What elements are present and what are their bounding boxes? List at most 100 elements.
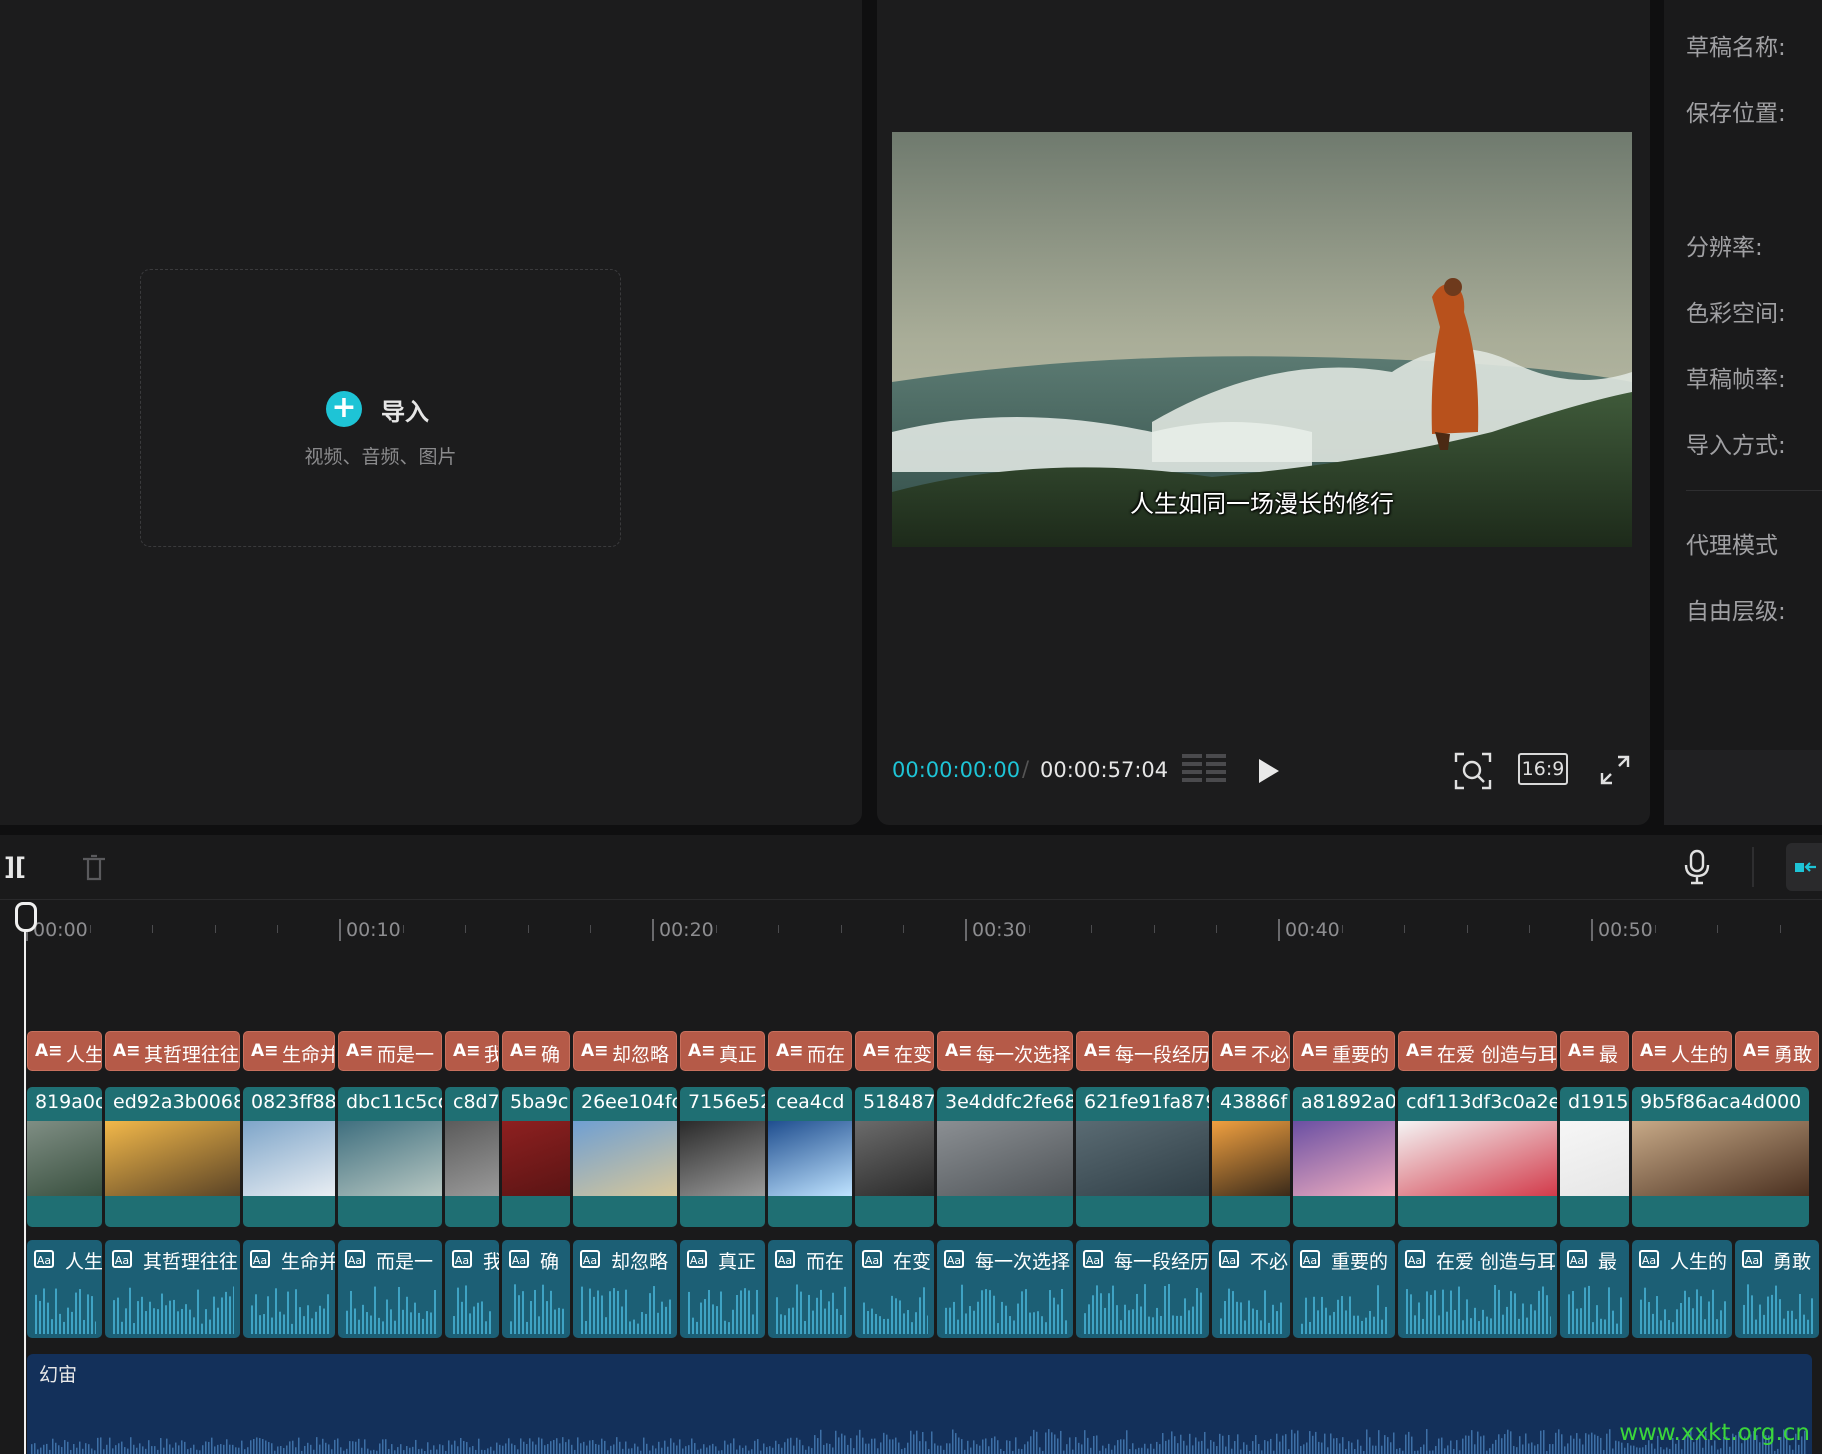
zoom-scan-icon[interactable]	[1454, 752, 1492, 794]
tts-audio-clip[interactable]: Aa 不必	[1212, 1240, 1290, 1338]
text-clip[interactable]: A≡ 真正	[680, 1031, 765, 1071]
import-dropzone[interactable]: + 导入 视频、音频、图片	[140, 269, 621, 547]
waveform-bar	[1759, 1304, 1761, 1334]
music-waveform-bar	[364, 1439, 366, 1454]
tts-audio-clip[interactable]: Aa 我	[445, 1240, 499, 1338]
video-clip[interactable]: a81892a0	[1293, 1087, 1395, 1227]
waveform-bar	[1108, 1293, 1110, 1334]
waveform-bar	[225, 1291, 227, 1334]
text-clip[interactable]: A≡ 最	[1560, 1031, 1629, 1071]
text-clip[interactable]: A≡ 其哲理往往	[105, 1031, 240, 1071]
video-clip[interactable]: ed92a3b0068	[105, 1087, 240, 1227]
text-clip[interactable]: A≡ 却忽略	[573, 1031, 677, 1071]
waveform-bar	[1049, 1290, 1051, 1334]
video-clip[interactable]: d19159	[1560, 1087, 1629, 1227]
aspect-ratio-button[interactable]: 16:9	[1518, 753, 1568, 785]
music-waveform-bar	[1354, 1449, 1356, 1454]
text-clip[interactable]: A≡ 确	[502, 1031, 570, 1071]
music-waveform-bar	[274, 1450, 276, 1454]
tts-audio-clip[interactable]: Aa 每一段经历	[1076, 1240, 1209, 1338]
waveform-bar	[724, 1320, 726, 1334]
delete-icon[interactable]	[80, 854, 108, 886]
text-clip[interactable]: A≡ 勇敢	[1735, 1031, 1819, 1071]
text-clip[interactable]: A≡ 而是一	[338, 1031, 442, 1071]
text-clip[interactable]: A≡ 人生	[27, 1031, 102, 1071]
tts-audio-clip[interactable]: Aa 真正	[680, 1240, 765, 1338]
text-clip[interactable]: A≡ 不必	[1212, 1031, 1290, 1071]
music-waveform-bar	[850, 1438, 852, 1454]
video-clip[interactable]: 3e4ddfc2fe68	[937, 1087, 1073, 1227]
music-waveform-bar	[1459, 1450, 1461, 1454]
plus-icon[interactable]: +	[326, 391, 362, 427]
video-clip-name: 43886f	[1220, 1091, 1288, 1113]
video-clip[interactable]: dbc11c5cc	[338, 1087, 442, 1227]
text-clip[interactable]: A≡ 生命并	[243, 1031, 335, 1071]
tts-audio-clip[interactable]: Aa 而在	[768, 1240, 852, 1338]
tts-audio-clip[interactable]: Aa 在爱 创造与耳	[1398, 1240, 1557, 1338]
video-clip[interactable]: 518487	[855, 1087, 934, 1227]
timeline-ruler[interactable]: 00:00 00:10 00:20 00:30 00:40 00:50	[0, 899, 1822, 941]
tts-audio-clip[interactable]: Aa 人生	[27, 1240, 102, 1338]
text-clip[interactable]: A≡ 在变	[855, 1031, 934, 1071]
video-clip-name: 0823ff88	[251, 1091, 335, 1113]
video-clip[interactable]: 7156e52	[680, 1087, 765, 1227]
waveform-bar	[422, 1318, 424, 1334]
text-clip[interactable]: A≡我	[445, 1031, 499, 1071]
text-clip[interactable]: A≡ 人生的	[1632, 1031, 1732, 1071]
fullscreen-icon[interactable]	[1600, 755, 1630, 789]
text-clip[interactable]: A≡ 重要的	[1293, 1031, 1395, 1071]
playhead-handle[interactable]	[15, 902, 37, 932]
video-clip[interactable]: 5ba9c	[502, 1087, 570, 1227]
waveform-bar	[1763, 1314, 1765, 1334]
playhead-line[interactable]	[24, 902, 26, 1454]
music-waveform-bar	[580, 1443, 582, 1454]
waveform-bar	[1184, 1298, 1186, 1334]
tts-audio-clip[interactable]: Aa 每一次选择	[937, 1240, 1073, 1338]
video-clip[interactable]: 43886f	[1212, 1087, 1290, 1227]
tts-audio-clip[interactable]: Aa 确	[502, 1240, 570, 1338]
tts-audio-clip[interactable]: Aa 其哲理往往	[105, 1240, 240, 1338]
tts-audio-clip[interactable]: Aa 人生的	[1632, 1240, 1732, 1338]
link-toggle-button[interactable]	[1786, 843, 1822, 891]
tts-audio-clip[interactable]: Aa 而是一	[338, 1240, 442, 1338]
video-clip[interactable]: 621fe91fa879	[1076, 1087, 1209, 1227]
tts-audio-clip[interactable]: Aa 最	[1560, 1240, 1629, 1338]
tts-audio-clip[interactable]: Aa 勇敢	[1735, 1240, 1819, 1338]
waveform-bar	[899, 1300, 901, 1334]
music-waveform-bar	[760, 1450, 762, 1454]
text-clip[interactable]: A≡ 在爱 创造与耳	[1398, 1031, 1557, 1071]
waveform-bar	[181, 1308, 183, 1334]
video-clip[interactable]: 819a0c	[27, 1087, 102, 1227]
microphone-icon[interactable]	[1683, 849, 1711, 889]
video-clip[interactable]: 26ee104fc	[573, 1087, 677, 1227]
waveform-bar	[522, 1291, 524, 1334]
waveform-bar	[617, 1290, 619, 1334]
play-icon[interactable]	[1255, 757, 1281, 789]
watermark: www.xxkt.org.cn	[1619, 1420, 1810, 1446]
music-clip[interactable]: 幻宙	[27, 1354, 1812, 1454]
video-clip-name: 819a0c	[35, 1091, 102, 1113]
music-waveform-bar	[1681, 1449, 1683, 1454]
split-icon[interactable]: ][	[4, 853, 26, 881]
tts-audio-clip[interactable]: Aa 却忽略	[573, 1240, 677, 1338]
waveform-bar	[87, 1294, 89, 1334]
music-waveform-bar	[922, 1431, 924, 1454]
music-waveform-bar	[103, 1449, 105, 1454]
music-waveform-bar	[1396, 1448, 1398, 1454]
video-clip[interactable]: 0823ff88	[243, 1087, 335, 1227]
text-clip[interactable]: A≡ 而在	[768, 1031, 852, 1071]
list-icon[interactable]	[1182, 752, 1228, 792]
video-clip[interactable]: 9b5f86aca4d000	[1632, 1087, 1809, 1227]
music-waveform-bar	[1645, 1444, 1647, 1454]
music-waveform-bar	[166, 1438, 168, 1454]
tts-audio-clip[interactable]: Aa 重要的	[1293, 1240, 1395, 1338]
tts-audio-clip[interactable]: Aa 在变	[855, 1240, 934, 1338]
text-clip[interactable]: A≡ 每一段经历	[1076, 1031, 1209, 1071]
video-clip[interactable]: cdf113df3c0a2e	[1398, 1087, 1557, 1227]
import-label[interactable]: 导入	[381, 392, 429, 427]
text-icon: A≡	[1084, 1041, 1112, 1061]
video-clip[interactable]: c8d7	[445, 1087, 499, 1227]
text-clip[interactable]: A≡ 每一次选择	[937, 1031, 1073, 1071]
tts-audio-clip[interactable]: Aa 生命并	[243, 1240, 335, 1338]
video-clip[interactable]: cea4cd	[768, 1087, 852, 1227]
